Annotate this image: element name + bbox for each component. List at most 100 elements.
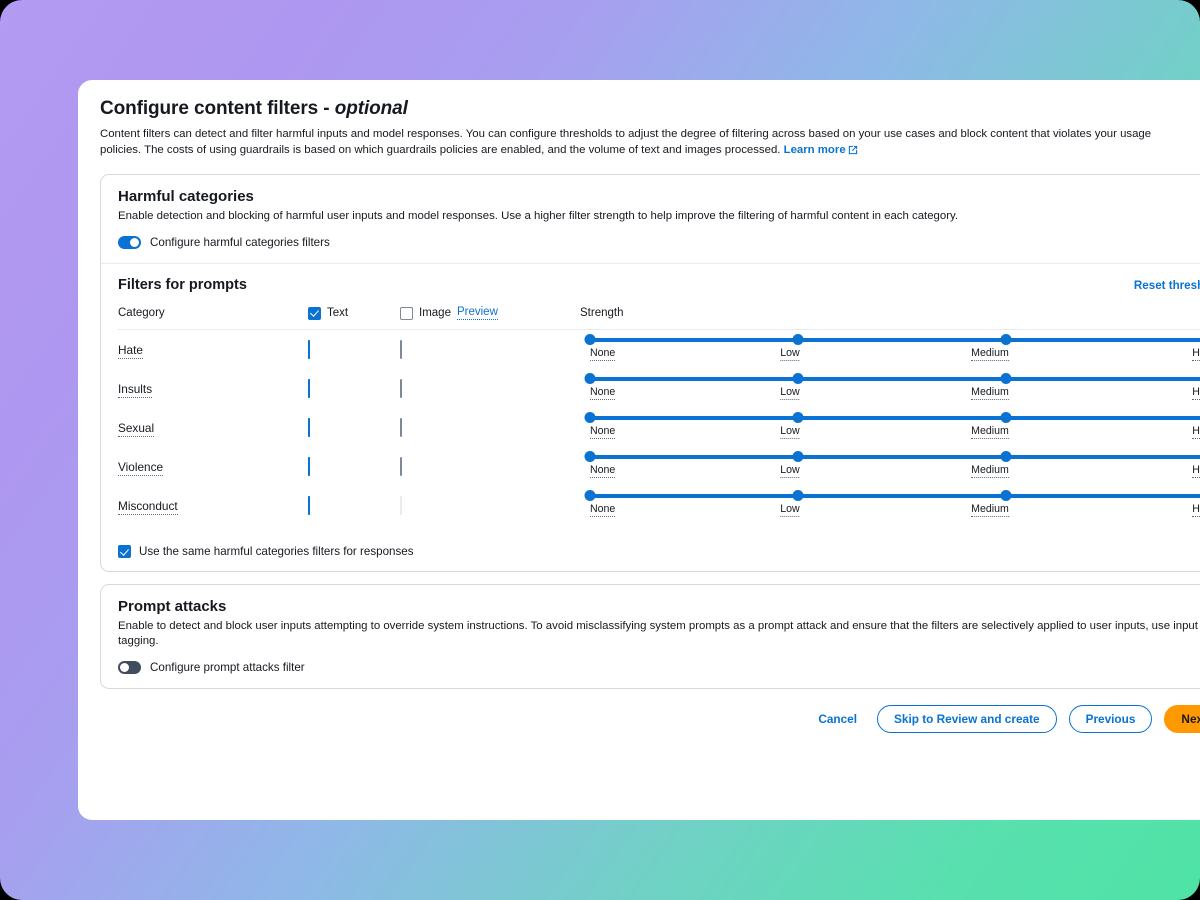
toggle-knob [120,663,129,672]
slider-tick-labels: None Low Medium High [590,347,1200,363]
slider-track [590,454,1200,459]
category-name[interactable]: Sexual [118,420,155,437]
previous-button[interactable]: Previous [1068,705,1153,733]
table-row: Sexual None Low Medium High [118,408,1200,447]
strength-slider[interactable]: None Low Medium High [580,333,1200,367]
column-header-text[interactable]: Text [308,306,400,320]
cancel-button[interactable]: Cancel [810,706,865,732]
text-filter-checkbox[interactable] [308,378,310,398]
toggle-knob [130,238,139,247]
header-text-checkbox[interactable] [308,306,321,320]
prompt-attacks-toggle-row[interactable]: Configure prompt attacks filter [118,661,1200,674]
harmful-categories-toggle-row[interactable]: Configure harmful categories filters [118,236,1200,249]
header-image-checkbox[interactable] [400,306,413,320]
slider-tick-labels: None Low Medium High [590,503,1200,519]
strength-slider[interactable]: None Low Medium High [580,411,1200,445]
slider-tick-labels: None Low Medium High [590,464,1200,480]
slider-tick [584,451,596,462]
page-title-main: Configure content filters - [100,98,335,119]
column-header-image-label: Image [419,307,451,319]
slider-tick-label: Low [780,424,800,439]
slider-tick-label: High [1192,347,1200,361]
slider-track [590,493,1200,498]
strength-slider[interactable]: None Low Medium High [580,450,1200,484]
external-link-icon [848,145,858,161]
slider-tick-label: Low [780,346,800,361]
page-description: Content filters can detect and filter ha… [100,127,1178,160]
next-button[interactable]: Next [1164,705,1200,733]
table-row: Violence None Low Medium High [118,447,1200,486]
text-filter-checkbox[interactable] [308,495,310,515]
slider-tick [1000,334,1012,345]
category-name[interactable]: Hate [118,342,143,359]
page-description-text: Content filters can detect and filter ha… [100,128,1152,156]
content-filters-card: Configure content filters - optional Con… [78,80,1200,820]
slider-tick-label: None [590,385,616,400]
text-filter-checkbox[interactable] [308,417,310,437]
slider-tick-label: Low [780,502,800,517]
slider-tick-labels: None Low Medium High [590,386,1200,402]
strength-slider[interactable]: None Low Medium High [580,489,1200,523]
column-header-category: Category [118,307,165,319]
table-row: Hate None Low Medium High [118,330,1200,369]
category-name[interactable]: Misconduct [118,498,178,515]
filters-table: Category Text Image Preview Strength Hat… [118,306,1200,525]
image-filter-checkbox[interactable] [400,456,402,476]
prompt-attacks-description: Enable to detect and block user inputs a… [118,620,1198,647]
use-same-filters-row[interactable]: Use the same harmful categories filters … [101,537,1200,571]
slider-tick [584,412,596,423]
slider-tick-label: None [590,502,616,517]
filters-for-prompts-section: Filters for prompts Reset thresholds Cat… [101,264,1200,537]
slider-tick [792,451,804,462]
slider-tick [1000,490,1012,501]
slider-tick [584,490,596,501]
strength-slider[interactable]: None Low Medium High [580,372,1200,406]
category-name[interactable]: Insults [118,381,153,398]
slider-tick-label: None [590,346,616,361]
slider-track [590,337,1200,342]
slider-tick-label: Low [780,385,800,400]
slider-tick-label: High [1192,425,1200,439]
slider-tick-label: High [1192,503,1200,517]
prompt-attacks-panel: Prompt attacks Enable to detect and bloc… [100,584,1200,689]
image-preview-badge[interactable]: Preview [456,306,498,320]
app-background: Configure content filters - optional Con… [0,0,1200,900]
learn-more-link[interactable]: Learn more [784,144,846,156]
filters-for-prompts-title: Filters for prompts [118,277,247,293]
harmful-categories-title: Harmful categories [118,188,254,205]
skip-to-review-button[interactable]: Skip to Review and create [877,705,1057,733]
harmful-categories-toggle[interactable] [118,236,141,249]
image-filter-checkbox[interactable] [400,417,402,437]
slider-tick-labels: None Low Medium High [590,425,1200,441]
slider-track [590,415,1200,420]
table-row: Misconduct None Low Medium High [118,486,1200,525]
image-filter-checkbox[interactable] [400,378,402,398]
text-filter-checkbox[interactable] [308,456,310,476]
column-header-image[interactable]: Image Preview [400,306,580,320]
slider-tick [584,334,596,345]
slider-tick-label: Low [780,463,800,478]
slider-tick [1000,412,1012,423]
use-same-filters-checkbox[interactable] [118,545,131,558]
page-title-optional: optional [334,98,408,119]
prompt-attacks-toggle-label: Configure prompt attacks filter [150,661,305,674]
slider-tick-label: High [1192,464,1200,478]
prompt-attacks-toggle[interactable] [118,661,141,674]
slider-tick [1000,373,1012,384]
slider-tick [792,490,804,501]
harmful-categories-panel: Harmful categories Enable detection and … [100,174,1200,572]
slider-tick-label: Medium [971,502,1009,517]
slider-tick-label: Medium [971,463,1009,478]
slider-tick-label: High [1192,386,1200,400]
text-filter-checkbox[interactable] [308,339,310,359]
slider-tick [792,412,804,423]
slider-tick-label: None [590,424,616,439]
slider-tick-label: Medium [971,385,1009,400]
reset-thresholds-link[interactable]: Reset thresholds [1134,279,1200,292]
category-name[interactable]: Violence [118,459,164,476]
slider-tick-label: Medium [971,424,1009,439]
slider-tick [792,373,804,384]
image-filter-checkbox[interactable] [400,339,402,359]
column-header-text-label: Text [327,307,349,319]
slider-tick [792,334,804,345]
